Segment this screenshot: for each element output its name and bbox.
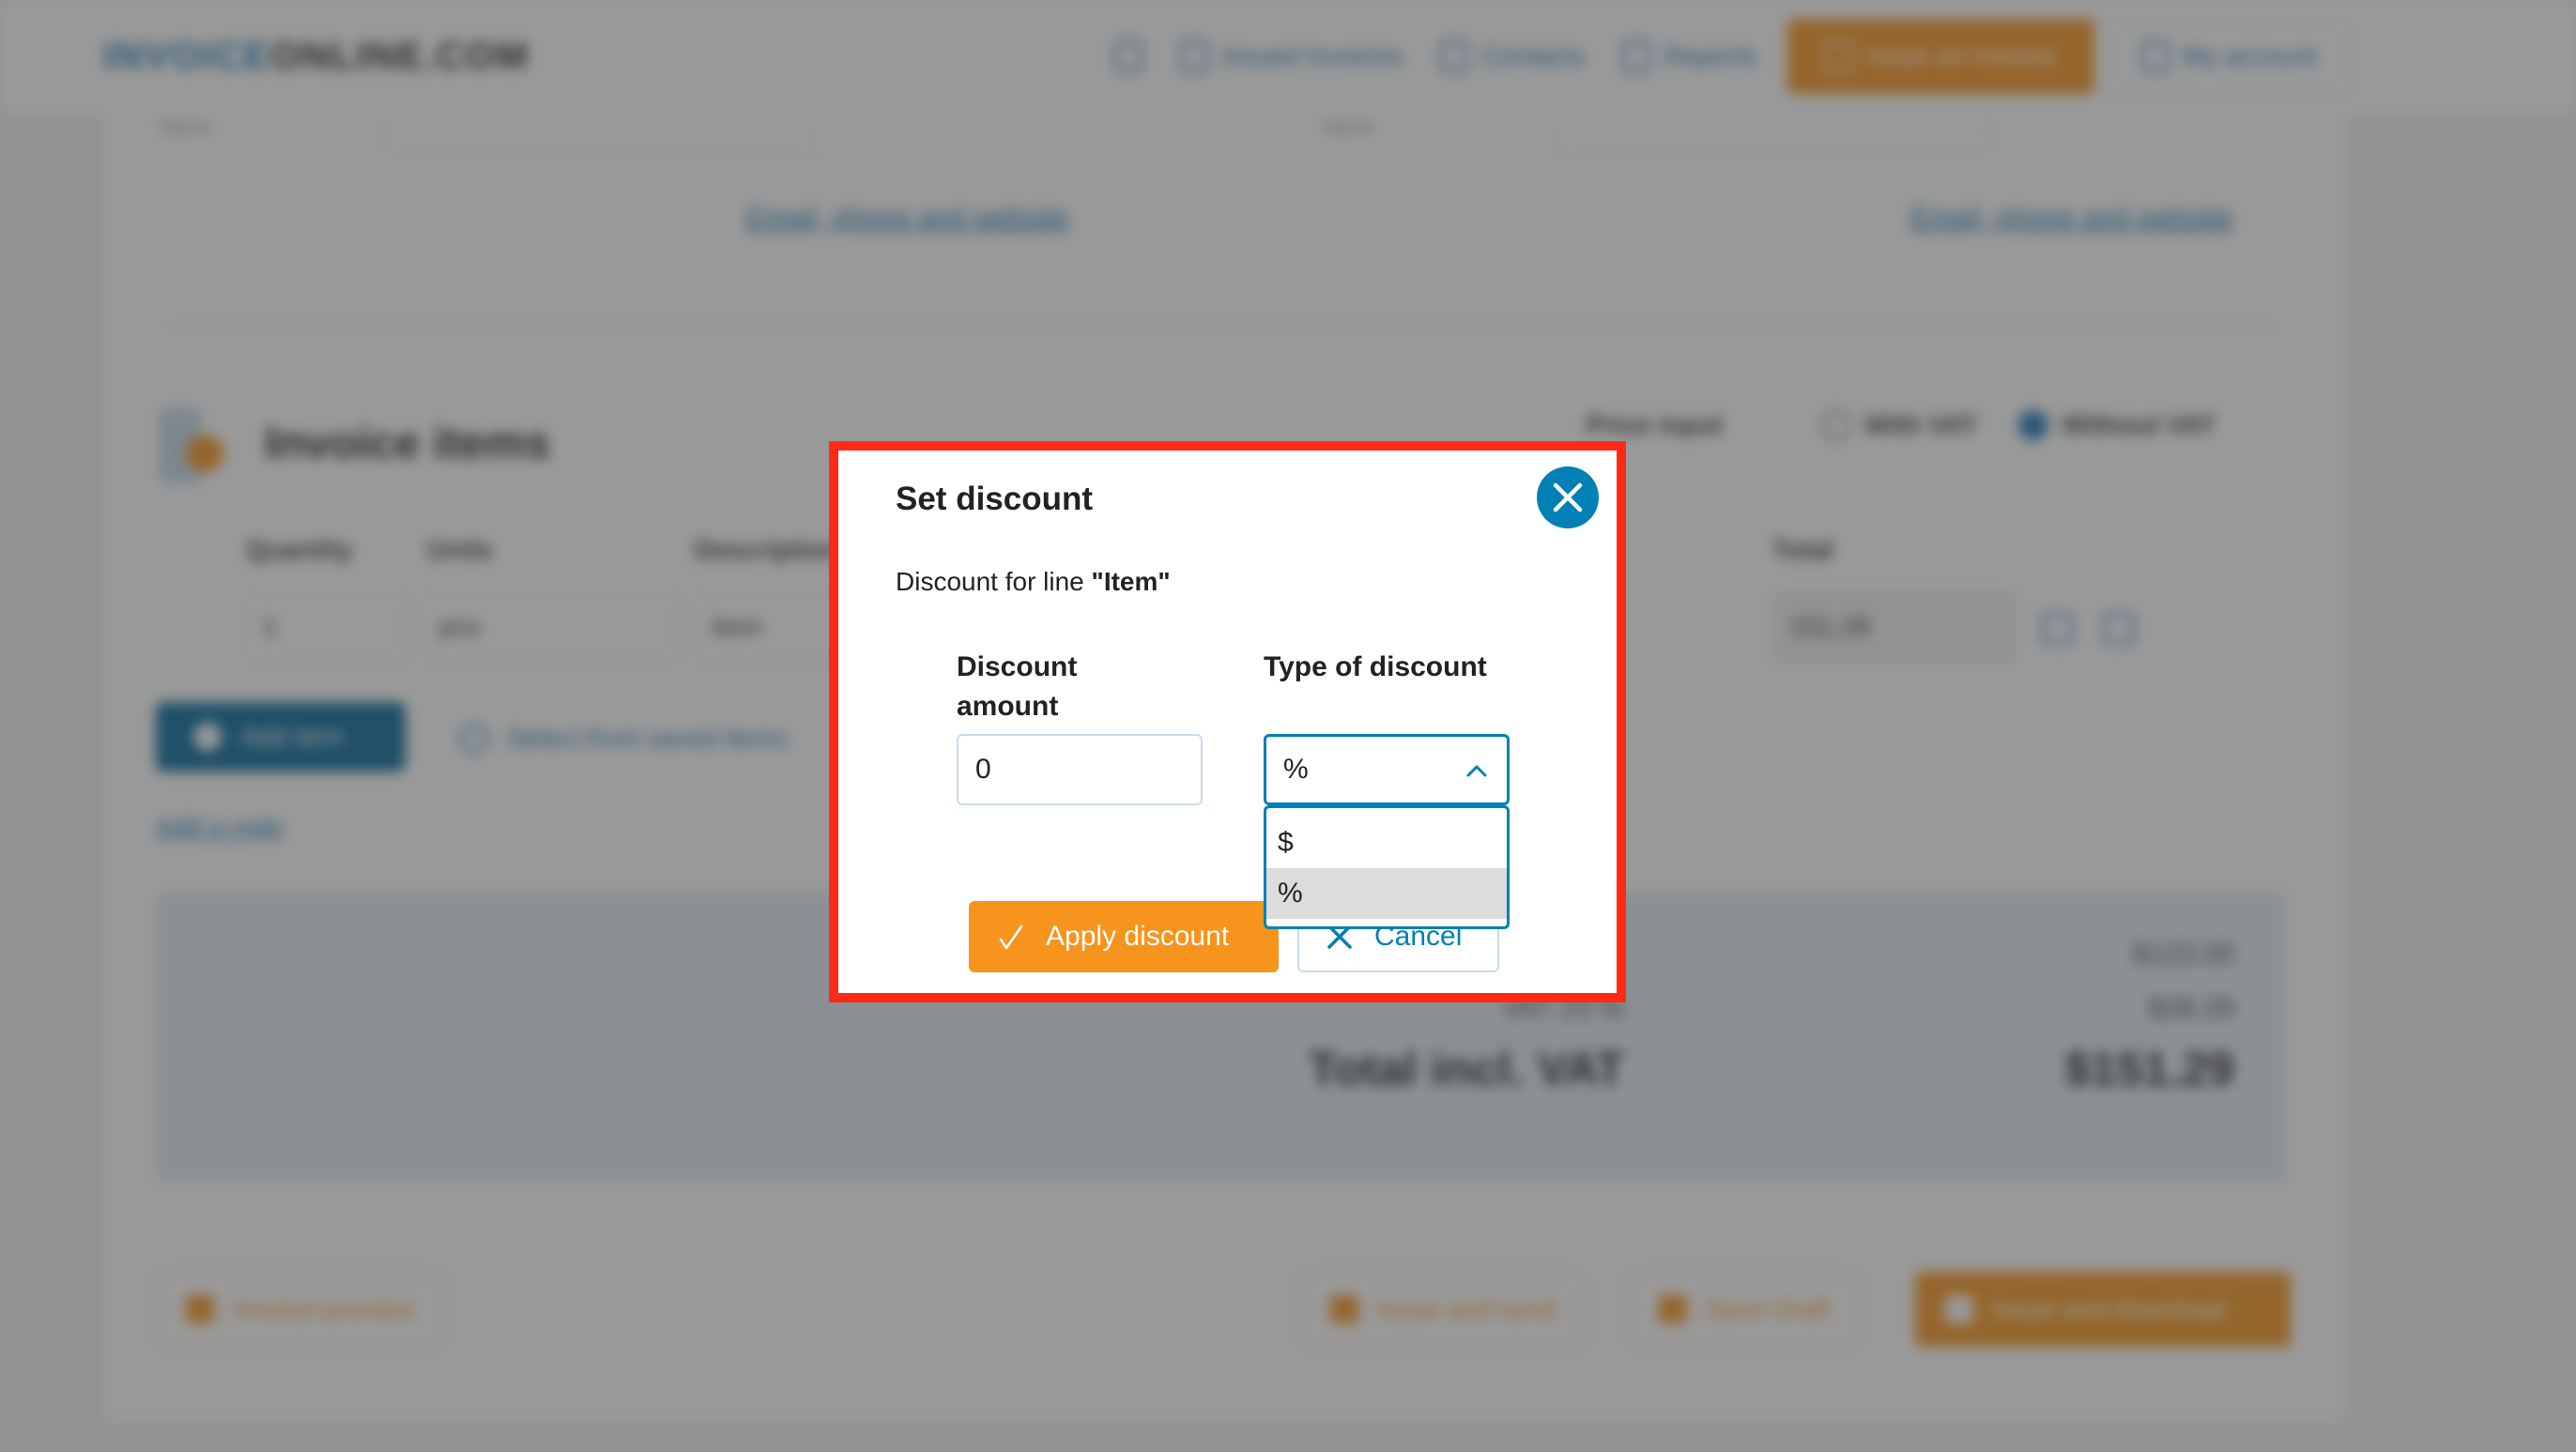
discount-type-dropdown: $ % (1264, 805, 1510, 929)
chevron-up-icon (1466, 765, 1487, 777)
discount-type-label: Type of discount (1264, 651, 1487, 682)
modal-highlight-frame: Set discount Discount for line "Item" Di… (829, 441, 1626, 1002)
apply-discount-button[interactable]: Apply discount (969, 901, 1279, 972)
dialog-subtitle: Discount for line "Item" (896, 567, 1171, 596)
selected-value: % (1283, 754, 1309, 785)
dialog-title: Set discount (896, 481, 1094, 517)
close-icon (1553, 482, 1583, 512)
set-discount-dialog: Set discount Discount for line "Item" Di… (838, 451, 1617, 993)
discount-amount-input[interactable] (957, 734, 1203, 805)
discount-amount-label: Discount amount (957, 651, 1078, 722)
option-dollar[interactable]: $ (1266, 818, 1507, 868)
check-icon (999, 925, 1023, 950)
line-name: "Item" (1091, 567, 1171, 596)
close-button[interactable] (1537, 466, 1599, 528)
option-percent[interactable]: % (1266, 868, 1507, 919)
discount-type-select[interactable]: % (1264, 734, 1510, 805)
